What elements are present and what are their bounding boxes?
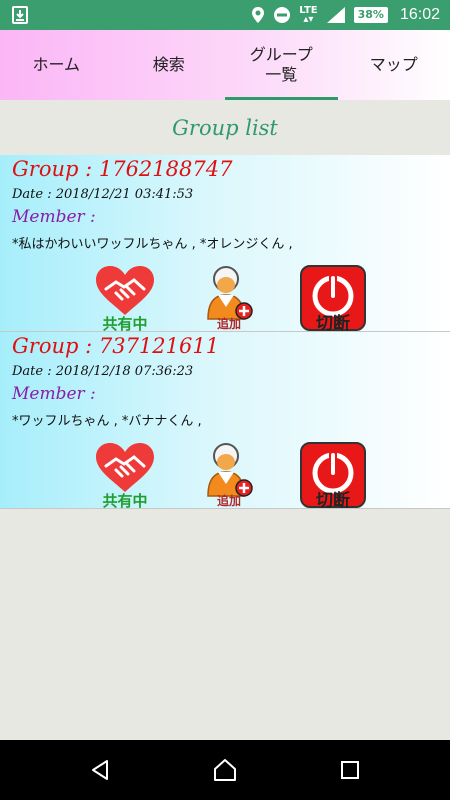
do-not-disturb-icon — [274, 7, 291, 23]
share-button[interactable]: 共有中 — [92, 442, 158, 510]
add-member-button[interactable]: 追加 — [196, 442, 262, 508]
tab-map[interactable]: マップ — [338, 30, 450, 100]
battery-indicator: 38% — [353, 7, 388, 23]
tab-search[interactable]: 検索 — [113, 30, 226, 100]
tab-bar: ホーム 検索 グループ 一覧 マップ — [0, 30, 450, 100]
handshake-heart-icon — [96, 266, 154, 315]
signal-icon — [326, 7, 345, 23]
group-title: Group : 737121611 — [12, 334, 220, 358]
member-list: *私はかわいいワッフルちゃん , *オレンジくん , — [12, 237, 293, 252]
clock: 16:02 — [399, 6, 440, 23]
disconnect-button[interactable]: 切断 — [300, 265, 366, 334]
back-button[interactable] — [70, 740, 130, 800]
group-title: Group : 1762188747 — [12, 157, 233, 181]
member-list: *ワッフルちゃん , *バナナくん , — [12, 414, 202, 429]
member-label: Member : — [12, 207, 96, 227]
tab-home[interactable]: ホーム — [0, 30, 113, 100]
add-member-label: 追加 — [216, 317, 241, 331]
disconnect-button[interactable]: 切断 — [300, 442, 366, 511]
group-date: Date : 2018/12/18 07:36:23 — [12, 364, 194, 379]
group-card: Group : 1762188747 Date : 2018/12/21 03:… — [0, 155, 450, 334]
group-date: Date : 2018/12/21 03:41:53 — [12, 187, 194, 202]
recents-button[interactable] — [320, 740, 380, 800]
share-button[interactable]: 共有中 — [92, 265, 158, 333]
disconnect-label: 切断 — [316, 491, 350, 511]
member-label: Member : — [12, 384, 96, 404]
recents-icon — [341, 761, 359, 779]
disconnect-label: 切断 — [316, 314, 350, 334]
group-card: Group : 737121611 Date : 2018/12/18 07:3… — [0, 332, 450, 511]
back-icon — [92, 760, 108, 780]
home-icon — [214, 759, 236, 781]
share-status-label: 共有中 — [102, 315, 148, 333]
navigation-bar — [0, 740, 450, 800]
tab-group-list[interactable]: グループ 一覧 — [225, 30, 338, 100]
add-member-label: 追加 — [216, 494, 241, 508]
network-type: LTE ▴▾ — [299, 5, 318, 25]
page-title: Group list — [172, 115, 278, 140]
download-icon — [12, 6, 28, 24]
location-icon — [252, 7, 265, 23]
share-status-label: 共有中 — [102, 492, 148, 510]
home-button[interactable] — [195, 740, 255, 800]
add-member-button[interactable]: 追加 — [196, 265, 262, 331]
handshake-heart-icon — [96, 443, 154, 492]
status-bar: LTE ▴▾ 38% 16:02 — [0, 0, 450, 30]
